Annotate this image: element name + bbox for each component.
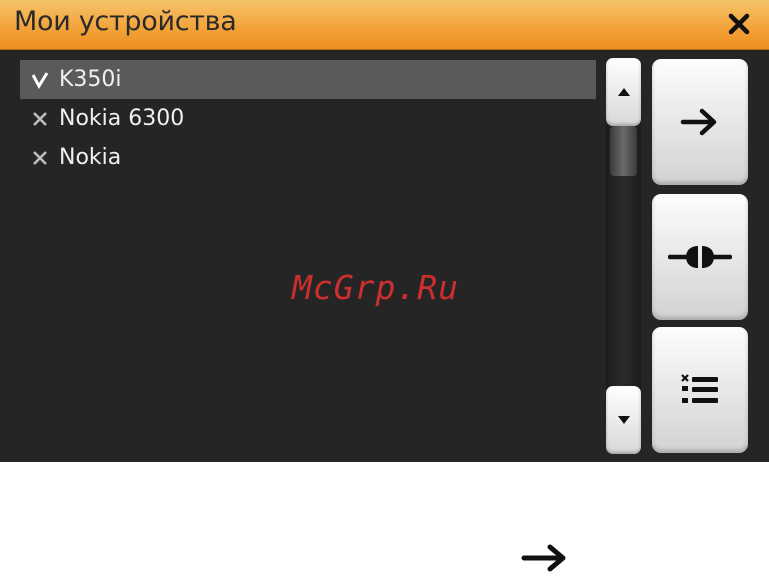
- cross-icon: [30, 148, 50, 168]
- device-list: K350i Nokia 6300 Nokia: [20, 60, 596, 450]
- connect-button[interactable]: [652, 194, 748, 320]
- close-icon: [728, 13, 750, 35]
- checkmark-icon: [30, 70, 50, 90]
- scrollbar-thumb[interactable]: [610, 126, 637, 176]
- devices-window: Мои устройства K350i Nokia 6300 Nokia Mc…: [0, 0, 769, 462]
- window-title: Мои устройства: [14, 6, 237, 37]
- delete-list-button[interactable]: [652, 327, 748, 453]
- title-bar: Мои устройства: [0, 0, 769, 50]
- send-button[interactable]: [652, 59, 748, 185]
- cross-icon: [30, 109, 50, 129]
- device-name: K350i: [59, 67, 122, 92]
- list-item[interactable]: Nokia: [20, 138, 596, 177]
- device-name: Nokia: [59, 145, 122, 170]
- scroll-up-button[interactable]: [606, 58, 641, 126]
- triangle-down-icon: [617, 416, 630, 424]
- close-button[interactable]: [723, 8, 755, 40]
- delete-list-icon: [681, 374, 718, 403]
- plug-connect-icon: [668, 246, 732, 268]
- device-name: Nokia 6300: [59, 106, 185, 131]
- watermark: McGrp.Ru: [292, 268, 459, 307]
- arrow-right-icon: [521, 544, 566, 572]
- arrow-right-icon: [680, 108, 717, 136]
- list-item[interactable]: Nokia 6300: [20, 99, 596, 138]
- triangle-up-icon: [617, 88, 630, 96]
- list-item[interactable]: K350i: [20, 60, 596, 99]
- scroll-down-button[interactable]: [606, 386, 641, 454]
